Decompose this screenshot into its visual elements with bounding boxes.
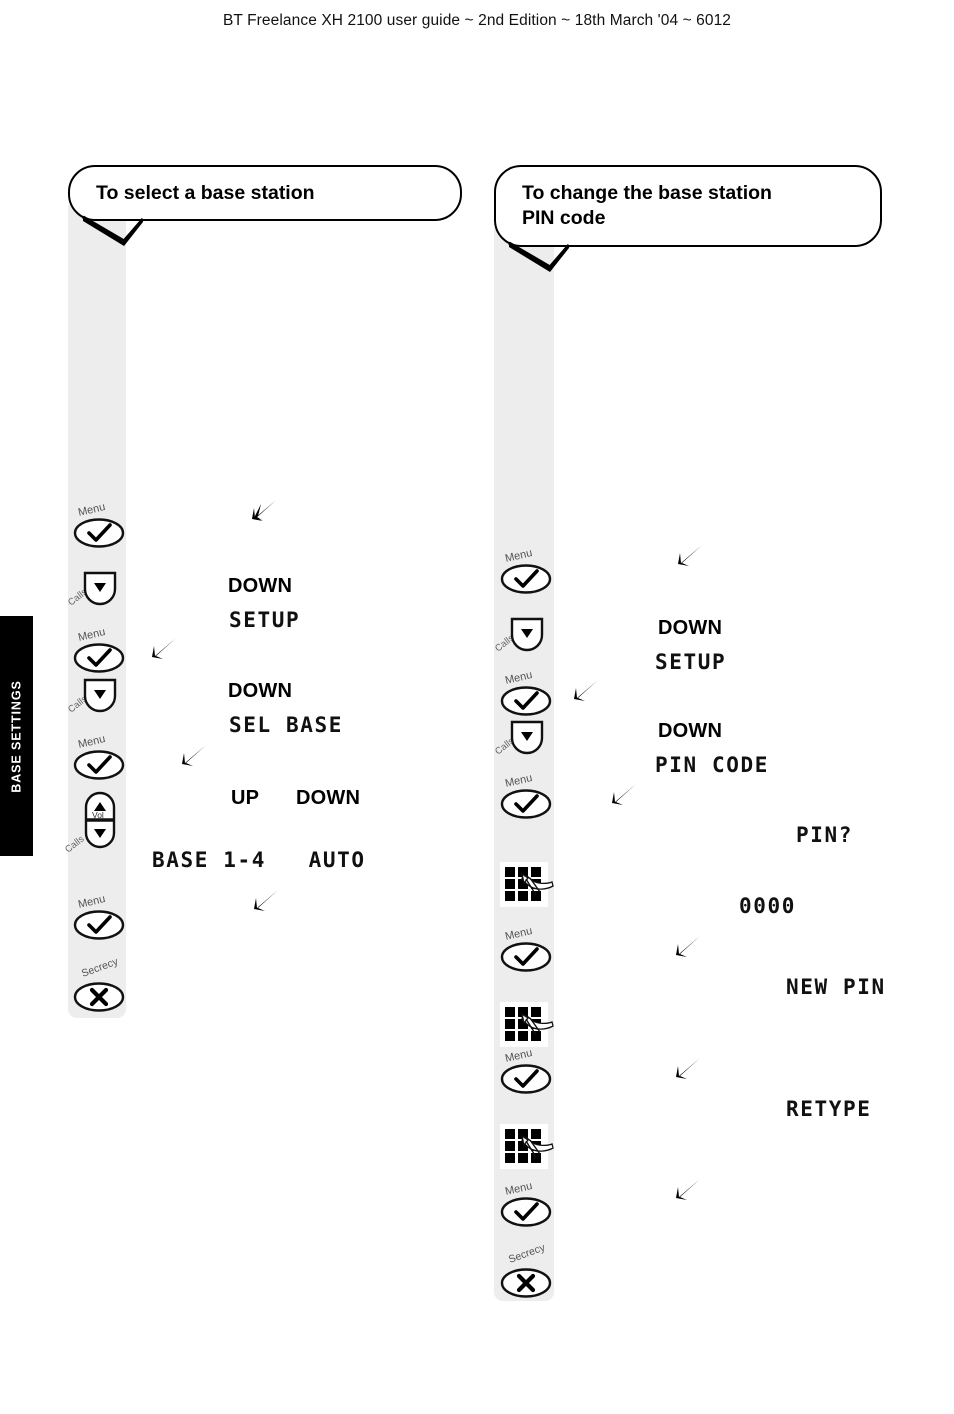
section-tab-label: BASE SETTINGS <box>9 680 23 793</box>
heading-text: To select a base station <box>96 181 315 204</box>
lcd-readout: SETUP <box>229 608 301 632</box>
key-menu[interactable]: Menu <box>497 669 557 718</box>
svg-text:Menu: Menu <box>504 772 534 790</box>
flow-arrow <box>608 782 638 808</box>
key-keypad[interactable] <box>500 1002 554 1050</box>
lcd-readout: PIN? <box>796 823 853 847</box>
svg-text:Menu: Menu <box>504 669 534 687</box>
svg-text:Menu: Menu <box>504 547 534 565</box>
key-keypad[interactable] <box>500 862 554 910</box>
svg-text:Menu: Menu <box>504 925 534 943</box>
svg-text:Menu: Menu <box>77 893 107 911</box>
key-calls-down[interactable]: Calls <box>493 714 557 760</box>
flow-arrow <box>672 1177 702 1203</box>
svg-text:Menu: Menu <box>504 1180 534 1198</box>
flow-arrow <box>570 678 600 704</box>
key-volume-up-calls-down[interactable]: Calls Vol <box>63 787 130 859</box>
key-menu[interactable]: Menu <box>497 1047 557 1096</box>
flow-arrow <box>148 636 178 662</box>
svg-text:Menu: Menu <box>77 501 107 519</box>
heading-bubble-change-pin: To change the base station PIN code <box>494 165 882 247</box>
heading-text: To change the base station PIN code <box>522 182 772 229</box>
svg-text:Calls: Calls <box>63 834 87 856</box>
svg-text:Menu: Menu <box>77 626 107 644</box>
lcd-readout: 0000 <box>739 894 796 918</box>
key-menu[interactable]: Menu <box>70 733 130 782</box>
heading-bubble-select-base: To select a base station <box>68 165 462 221</box>
flow-arrow <box>178 743 208 769</box>
key-calls-down[interactable]: Calls <box>66 672 130 718</box>
lcd-readout: BASE 1-4 AUTO <box>152 848 366 872</box>
bubble-tail <box>508 241 570 275</box>
lcd-readout: RETYPE <box>786 1097 872 1121</box>
step-caption: UP <box>231 787 260 809</box>
bubble-tail <box>82 215 144 249</box>
flow-arrow <box>672 934 702 960</box>
step-caption: DOWN <box>296 787 361 809</box>
lcd-readout: SETUP <box>655 650 727 674</box>
lcd-readout: NEW PIN <box>786 975 886 999</box>
key-calls-down[interactable]: Calls <box>493 611 557 657</box>
svg-text:Menu: Menu <box>504 1047 534 1065</box>
step-caption: DOWN <box>658 617 723 639</box>
page: BT Freelance XH 2100 user guide ~ 2nd Ed… <box>0 0 954 1414</box>
flow-arrow <box>674 543 704 569</box>
key-menu[interactable]: Menu <box>497 925 557 974</box>
section-tab-base-settings: BASE SETTINGS <box>0 616 33 856</box>
running-header: BT Freelance XH 2100 user guide ~ 2nd Ed… <box>222 12 732 29</box>
key-menu[interactable]: Menu <box>70 626 130 675</box>
svg-text:Vol: Vol <box>92 810 104 820</box>
lcd-readout: SEL BASE <box>229 713 343 737</box>
svg-text:Menu: Menu <box>77 733 107 751</box>
key-menu[interactable]: Menu <box>497 1180 557 1229</box>
lcd-readout: PIN CODE <box>655 753 769 777</box>
key-secrecy[interactable]: Secrecy <box>70 955 130 1012</box>
key-calls-down[interactable]: Calls <box>66 565 130 611</box>
flow-arrow <box>250 888 280 914</box>
key-secrecy[interactable]: Secrecy <box>497 1241 557 1298</box>
flow-arrow <box>672 1056 702 1082</box>
key-menu[interactable]: Menu <box>70 501 130 550</box>
step-caption: DOWN <box>228 575 293 597</box>
step-caption: DOWN <box>658 720 723 742</box>
flow-arrow <box>248 498 278 524</box>
key-keypad[interactable] <box>500 1124 554 1172</box>
key-menu[interactable]: Menu <box>497 547 557 596</box>
key-menu[interactable]: Menu <box>497 772 557 821</box>
key-menu[interactable]: Menu <box>70 893 130 942</box>
step-caption: DOWN <box>228 680 293 702</box>
